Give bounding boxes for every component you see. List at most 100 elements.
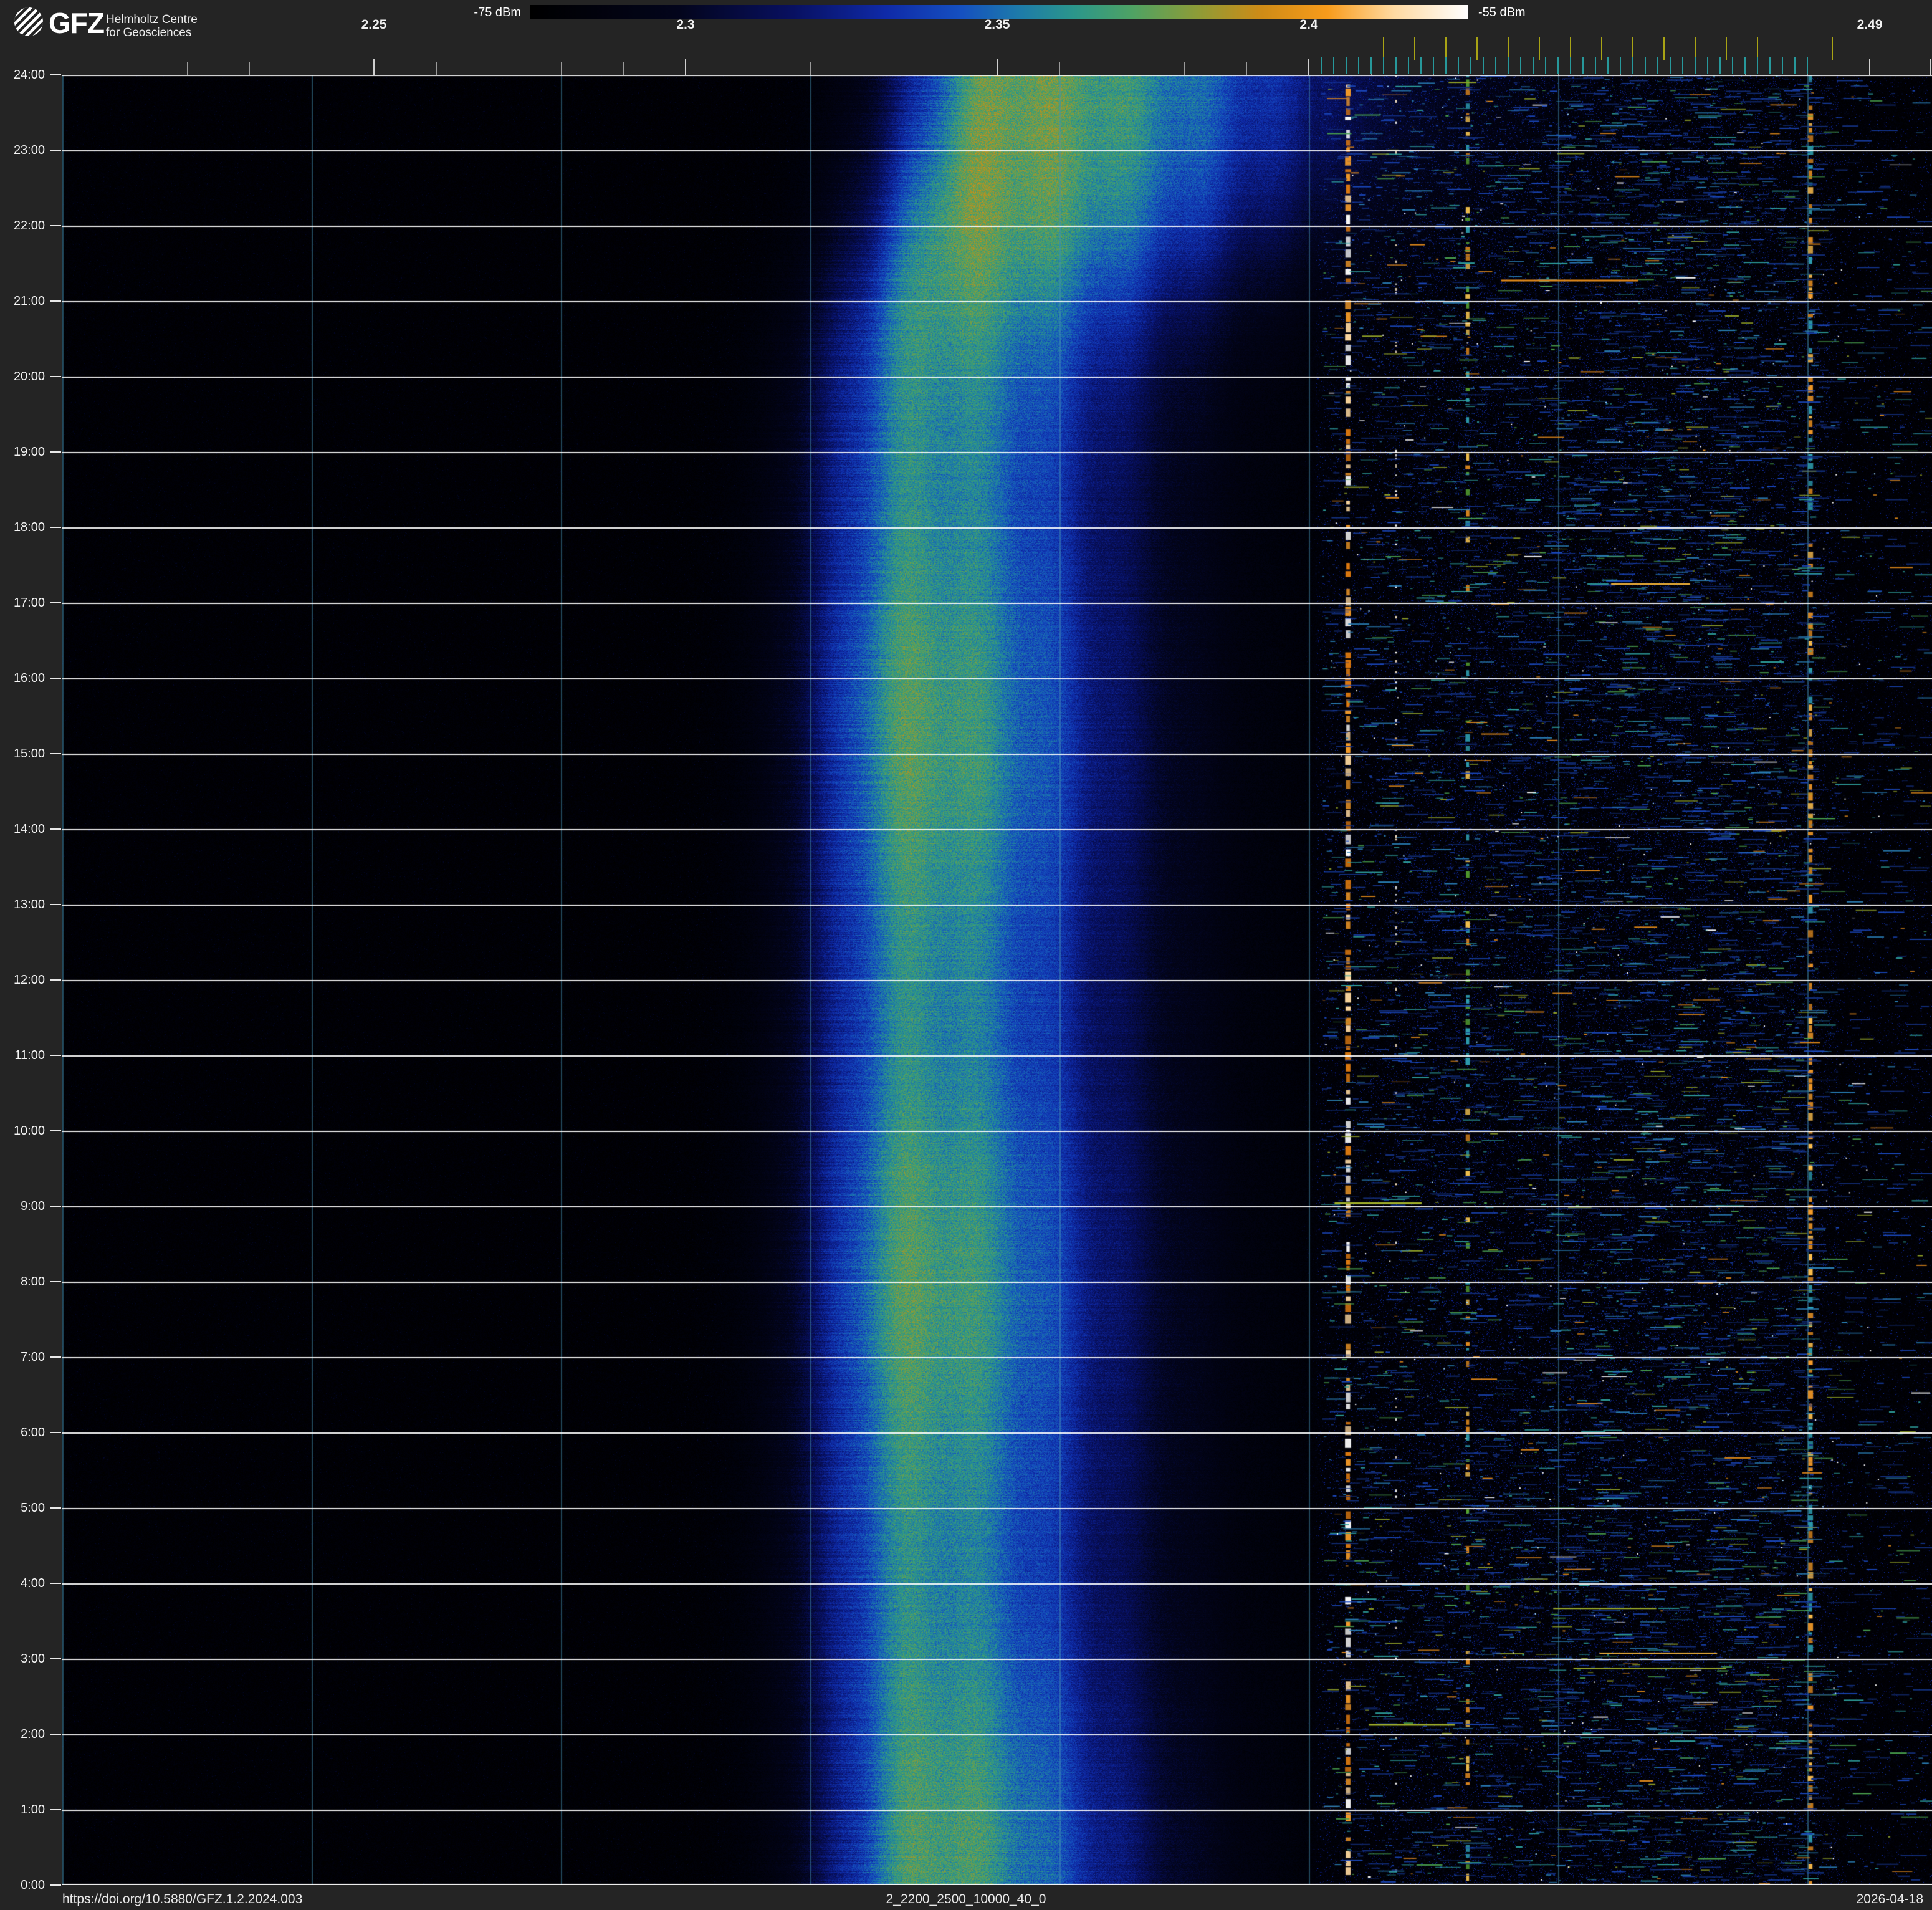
ble-channel-tick <box>1595 57 1596 74</box>
time-tick <box>50 602 61 603</box>
ble-channel-tick <box>1458 57 1459 74</box>
ble-channel-tick <box>1545 57 1546 74</box>
time-label: 1:00 <box>21 1803 45 1816</box>
time-label: 18:00 <box>13 521 45 534</box>
time-label: 5:00 <box>21 1501 45 1515</box>
time-label: 9:00 <box>21 1199 45 1213</box>
ble-channel-tick <box>1520 57 1521 74</box>
time-tick <box>50 1884 61 1886</box>
time-label: 23:00 <box>13 143 45 157</box>
time-label: 11:00 <box>14 1049 45 1062</box>
ble-channel-tick <box>1782 57 1783 74</box>
time-tick <box>50 904 61 905</box>
time-tick <box>50 1658 61 1659</box>
spectrogram-canvas <box>62 75 1932 1885</box>
ble-channel-tick <box>1682 57 1683 74</box>
freq-major-label: 2.25 <box>361 17 387 32</box>
ble-channel-tick <box>1533 57 1534 74</box>
time-tick <box>50 1734 61 1735</box>
time-label: 15:00 <box>13 747 45 761</box>
time-tick <box>50 1055 61 1056</box>
ble-channel-tick <box>1420 57 1422 74</box>
freq-minor-tick <box>561 62 562 75</box>
ble-channel-tick <box>1670 57 1671 74</box>
time-tick <box>50 1281 61 1282</box>
time-tick <box>50 1507 61 1509</box>
ble-channel-tick <box>1483 57 1484 74</box>
wifi-channel-tick <box>1726 37 1727 60</box>
ble-channel-tick <box>1358 57 1359 74</box>
wifi-channel-tick <box>1508 37 1509 60</box>
brand-subtitle: Helmholtz Centre for Geosciences <box>106 13 198 39</box>
ble-channel-tick <box>1570 57 1571 74</box>
ble-channel-tick <box>1807 57 1808 74</box>
time-tick <box>50 300 61 302</box>
time-tick <box>50 1206 61 1207</box>
brand-text: GFZ <box>49 7 105 39</box>
ble-channel-tick <box>1582 57 1584 74</box>
time-tick <box>50 1809 61 1810</box>
ble-channel-tick <box>1695 57 1696 74</box>
ble-channel-tick <box>1707 57 1708 74</box>
time-tick <box>50 1130 61 1131</box>
time-tick <box>50 1356 61 1358</box>
freq-minor-tick <box>623 62 624 75</box>
wifi-channel-tick <box>1695 37 1696 60</box>
ble-channel-tick <box>1408 57 1409 74</box>
freq-edge-tick <box>1930 59 1931 75</box>
time-tick <box>50 1432 61 1433</box>
time-tick <box>50 376 61 377</box>
ble-channel-tick <box>1794 57 1796 74</box>
ble-channel-tick <box>1607 57 1609 74</box>
freq-major-label: 2.49 <box>1857 17 1883 32</box>
time-label: 10:00 <box>13 1124 45 1138</box>
time-tick <box>50 753 61 754</box>
freq-major-tick <box>1869 59 1870 75</box>
time-tick <box>50 527 61 528</box>
time-tick <box>50 150 61 151</box>
time-tick <box>50 1583 61 1584</box>
time-label: 22:00 <box>13 219 45 233</box>
freq-minor-tick <box>1246 62 1247 75</box>
ble-channel-tick <box>1508 57 1509 74</box>
wifi-channel-tick <box>1632 37 1633 60</box>
freq-major-tick <box>373 59 375 75</box>
ble-channel-tick <box>1657 57 1658 74</box>
freq-major-label: 2.35 <box>984 17 1010 32</box>
time-tick <box>50 225 61 226</box>
freq-major-label: 2.4 <box>1299 17 1318 32</box>
time-tick <box>50 828 61 830</box>
wifi-channel-tick <box>1445 37 1447 60</box>
ble-channel-tick <box>1321 57 1322 74</box>
time-label: 19:00 <box>13 445 45 459</box>
time-label: 2:00 <box>21 1727 45 1741</box>
brand-subtitle-line1: Helmholtz Centre <box>106 13 198 26</box>
freq-minor-tick <box>810 62 811 75</box>
ble-channel-tick <box>1445 57 1447 74</box>
wifi-channel-tick <box>1663 37 1665 60</box>
ble-channel-tick <box>1557 57 1559 74</box>
ble-channel-tick <box>1769 57 1771 74</box>
freq-minor-tick <box>436 62 437 75</box>
ble-channel-tick <box>1645 57 1646 74</box>
wifi-channel-tick <box>1832 37 1833 60</box>
time-tick <box>50 979 61 981</box>
footer-filename: 2_2200_2500_10000_40_0 <box>886 1892 1046 1906</box>
colorbar-max-label: -55 dBm <box>1478 6 1526 19</box>
ble-channel-tick <box>1383 57 1384 74</box>
ble-channel-tick <box>1346 57 1347 74</box>
ble-channel-tick <box>1370 57 1372 74</box>
time-label: 16:00 <box>13 671 45 685</box>
time-label: 0:00 <box>21 1878 45 1892</box>
wifi-channel-tick <box>1414 37 1415 60</box>
ble-channel-tick <box>1757 57 1758 74</box>
time-label: 13:00 <box>13 898 45 911</box>
freq-minor-tick <box>249 62 250 75</box>
time-label: 4:00 <box>21 1576 45 1590</box>
ble-channel-tick <box>1395 57 1397 74</box>
wifi-channel-tick <box>1570 37 1571 60</box>
gfz-logo-icon <box>14 7 43 36</box>
time-label: 6:00 <box>21 1426 45 1439</box>
ble-channel-tick <box>1732 57 1733 74</box>
ble-channel-tick <box>1744 57 1746 74</box>
